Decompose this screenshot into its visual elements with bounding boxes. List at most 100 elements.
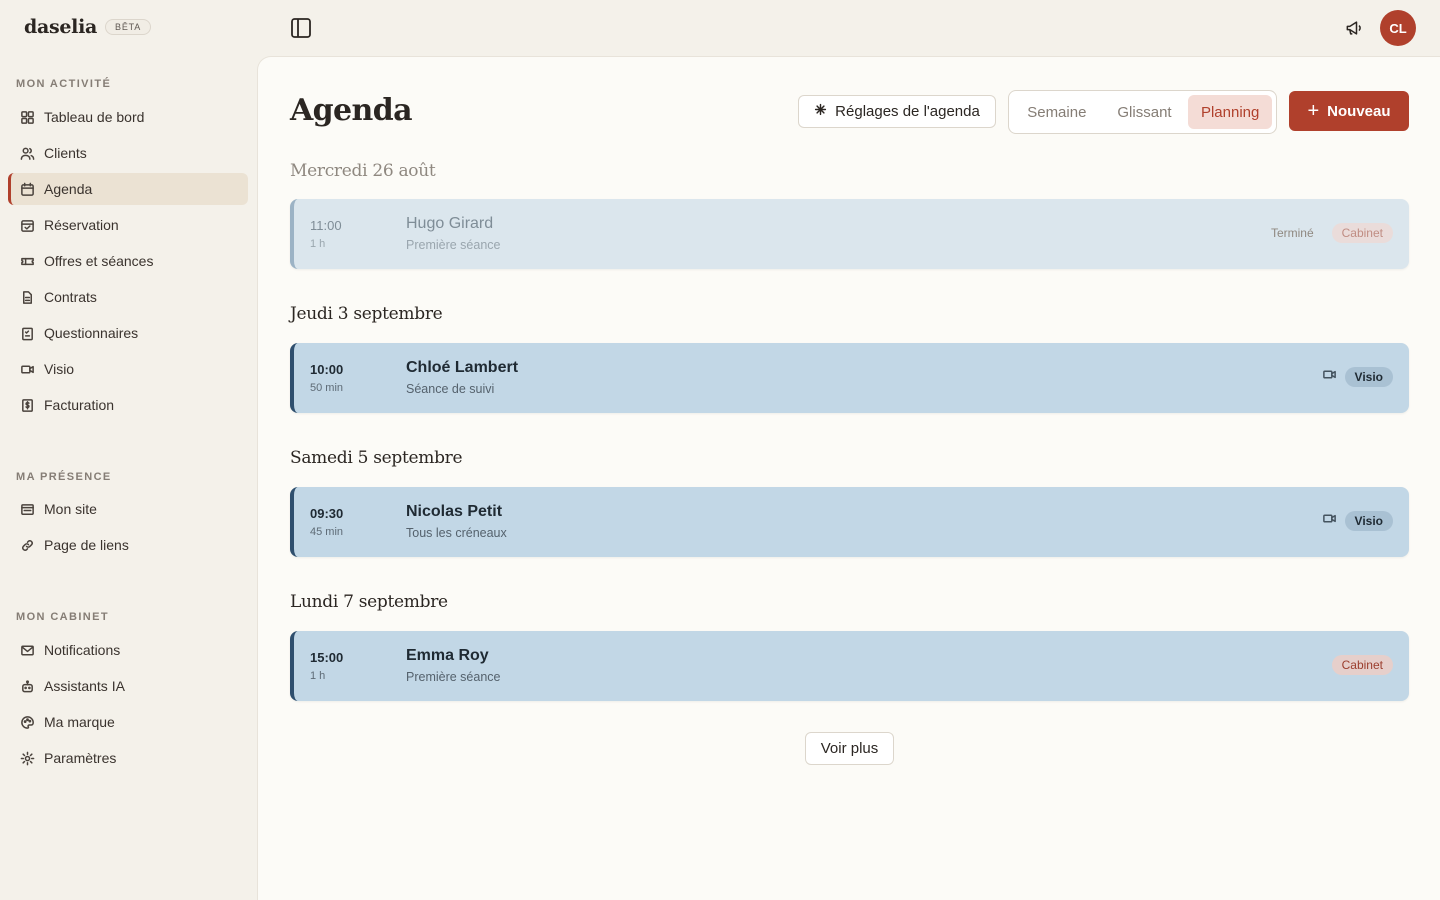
event-card[interactable]: 09:30 45 min Nicolas Petit Tous les crén… [290,487,1409,557]
sidebar-item-label: Clients [44,145,87,161]
event-meta: Visio [1322,511,1393,531]
ticket-icon [19,253,35,269]
event-meta: Visio [1322,367,1393,387]
sidebar-item-label: Facturation [44,397,115,413]
website-icon [19,501,35,517]
video-icon [1322,511,1337,531]
day-heading: Mercredi 26 août [290,161,436,181]
sidebar-item-label: Page de liens [44,537,129,553]
sparkle-icon [814,103,827,120]
sidebar-item-label: Ma marque [44,714,115,730]
event-time: 10:00 [310,362,344,377]
sidebar-item-agenda[interactable]: Agenda [8,173,248,205]
location-badge: Visio [1344,367,1393,387]
page-title: Agenda [290,93,413,128]
tab-glissant[interactable]: Glissant [1101,95,1189,129]
sidebar-item-label: Réservation [44,217,119,233]
megaphone-icon[interactable] [1344,18,1364,38]
location-badge: Cabinet [1331,655,1393,675]
sidebar-item-label: Offres et séances [44,253,154,269]
location-badge: Cabinet [1331,223,1393,243]
sidebar-toggle-icon[interactable] [289,16,313,40]
sidebar-item-label: Visio [44,361,75,377]
robot-icon [19,678,35,694]
invoice-icon [19,397,35,413]
event-meta: Terminé Cabinet [1271,223,1393,243]
calendar-check-icon [19,217,35,233]
logo-text: daselia [24,16,98,38]
event-card[interactable]: 11:00 1 h Hugo Girard Première séance Te… [290,199,1409,269]
link-icon [19,537,35,553]
day-heading: Samedi 5 septembre [290,448,463,468]
settings-icon [19,750,35,766]
top-bar: daselia BÊTA CL [0,0,1440,56]
sidebar-item-clients[interactable]: Clients [8,137,248,169]
sidebar-item-offres[interactable]: Offres et séances [8,245,248,277]
agenda-settings-label: Réglages de l'agenda [835,103,980,120]
avatar[interactable]: CL [1380,10,1416,46]
sidebar-item-label: Mon site [44,501,97,517]
event-card[interactable]: 10:00 50 min Chloé Lambert Séance de sui… [290,343,1409,413]
view-switcher: Semaine Glissant Planning [1008,90,1277,134]
palette-icon [19,714,35,730]
new-button[interactable]: + Nouveau [1289,91,1409,131]
tab-planning[interactable]: Planning [1188,95,1272,129]
video-icon [1322,367,1337,387]
sidebar-item-notifications[interactable]: Notifications [8,634,248,666]
sidebar-item-tableau-de-bord[interactable]: Tableau de bord [8,101,248,133]
sidebar-item-questionnaires[interactable]: Questionnaires [8,317,248,349]
sidebar-item-parametres[interactable]: Paramètres [8,742,248,774]
logo[interactable]: daselia BÊTA [24,16,152,38]
event-card[interactable]: 15:00 1 h Emma Roy Première séance Cabin… [290,631,1409,701]
sidebar-item-label: Notifications [44,642,121,658]
event-type: Tous les créneaux [406,526,507,540]
event-meta: Cabinet [1331,655,1393,675]
event-client-name: Nicolas Petit [406,503,503,520]
event-type: Première séance [406,238,501,252]
sidebar-item-contrats[interactable]: Contrats [8,281,248,313]
event-time: 11:00 [310,218,342,233]
sidebar-item-page-de-liens[interactable]: Page de liens [8,529,248,561]
event-duration: 1 h [310,670,326,682]
users-icon [19,145,35,161]
location-badge: Visio [1344,511,1393,531]
agenda-settings-button[interactable]: Réglages de l'agenda [798,95,996,128]
event-type: Séance de suivi [406,382,495,396]
event-duration: 45 min [310,526,344,538]
event-time: 09:30 [310,506,344,521]
event-status: Terminé [1270,226,1314,240]
event-client-name: Hugo Girard [406,215,494,232]
sidebar-item-label: Agenda [44,181,93,197]
sidebar-item-assistants-ia[interactable]: Assistants IA [8,670,248,702]
section-title-activite: MON ACTIVITÉ [16,78,112,90]
event-type: Première séance [406,670,501,684]
sidebar-item-label: Tableau de bord [44,109,145,125]
sidebar-item-mon-site[interactable]: Mon site [8,493,248,525]
event-duration: 1 h [310,238,326,250]
day-heading: Jeudi 3 septembre [290,304,443,324]
sidebar: MON ACTIVITÉ Tableau de bord Clients Age… [0,56,257,900]
clipboard-icon [19,325,35,341]
sidebar-item-reservation[interactable]: Réservation [8,209,248,241]
section-title-presence: MA PRÉSENCE [16,471,112,483]
dashboard-icon [19,109,35,125]
sidebar-item-ma-marque[interactable]: Ma marque [8,706,248,738]
sidebar-item-label: Assistants IA [44,678,125,694]
event-client-name: Chloé Lambert [406,359,519,376]
day-heading: Lundi 7 septembre [290,592,448,612]
tab-semaine[interactable]: Semaine [1013,95,1101,129]
plus-icon: + [1307,100,1320,122]
calendar-icon [19,181,35,197]
sidebar-item-label: Contrats [44,289,97,305]
event-duration: 50 min [310,382,344,394]
sidebar-item-label: Paramètres [44,750,117,766]
sidebar-item-facturation[interactable]: Facturation [8,389,248,421]
see-more-button[interactable]: Voir plus [805,732,894,765]
sidebar-item-label: Questionnaires [44,325,139,341]
section-title-cabinet: MON CABINET [16,611,110,623]
sidebar-item-visio[interactable]: Visio [8,353,248,385]
document-icon [19,289,35,305]
beta-badge: BÊTA [105,19,152,35]
video-icon [19,361,35,377]
mail-icon [19,642,35,658]
